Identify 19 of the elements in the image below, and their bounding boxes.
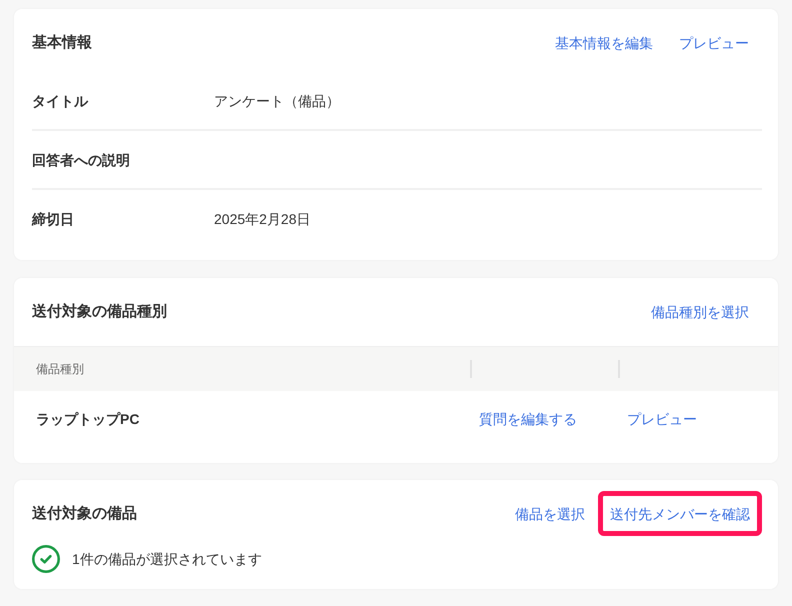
field-value: アンケート（備品） [214,92,340,110]
section-title: 送付対象の備品種別 [32,302,167,322]
action-link[interactable]: 備品を選択 [502,504,598,524]
column-header: 備品種別 [36,361,84,377]
section-title: 送付対象の備品 [32,504,137,524]
section-title: 基本情報 [32,32,92,52]
field-label: 回答者への説明 [32,150,131,170]
action-link[interactable]: 質問を編集する [470,409,586,429]
action-link[interactable]: 備品種別を選択 [638,302,762,322]
field-value: 2025年2月28日 [214,210,311,228]
field-label: 締切日 [32,210,75,228]
table-cell-text: ラップトップPC [36,410,140,429]
action-link[interactable]: 基本情報を編集 [542,32,666,52]
action-link[interactable]: プレビュー [618,409,706,429]
action-link[interactable]: 送付先メンバーを確認 [603,496,757,531]
action-link[interactable]: プレビュー [666,32,762,52]
check-circle-icon [32,545,60,573]
status-message: 1件の備品が選択されています [72,550,262,569]
field-label: タイトル [32,92,90,110]
